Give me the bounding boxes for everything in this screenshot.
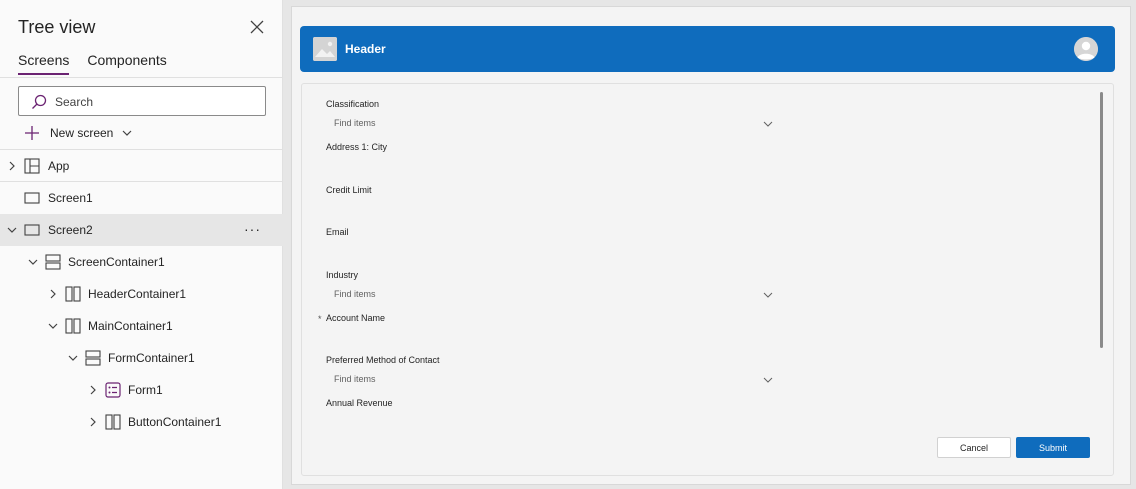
cancel-button[interactable]: Cancel	[937, 437, 1011, 458]
submit-button[interactable]: Submit	[1016, 437, 1090, 458]
chevron-right-icon[interactable]	[87, 384, 99, 396]
vertical-container-icon	[85, 350, 101, 366]
industry-combobox[interactable]: Find items	[326, 286, 778, 304]
form: Classification Find items Address 1: Cit…	[301, 83, 1114, 476]
chevron-down-icon	[763, 292, 773, 298]
app-canvas: Header Classification Find items Address…	[291, 6, 1131, 485]
app-header: Header	[300, 26, 1115, 72]
tree-node-form1[interactable]: Form1	[0, 374, 283, 406]
new-screen-button[interactable]: New screen	[24, 123, 133, 143]
combobox-placeholder: Find items	[334, 118, 376, 128]
tree-node-label: FormContainer1	[108, 351, 195, 365]
required-marker: *	[318, 314, 322, 324]
search-icon	[32, 94, 47, 109]
user-avatar-icon[interactable]	[1074, 37, 1098, 61]
preferred-contact-combobox[interactable]: Find items	[326, 371, 778, 389]
chevron-down-icon	[122, 130, 132, 136]
combobox-placeholder: Find items	[334, 289, 376, 299]
tree-node-label: MainContainer1	[88, 319, 173, 333]
tree-node-screen2[interactable]: Screen2 ···	[0, 214, 283, 246]
chevron-down-icon[interactable]	[67, 352, 79, 364]
tree-node-maincontainer1[interactable]: MainContainer1	[0, 310, 283, 342]
image-placeholder-icon	[313, 37, 337, 61]
field-label-credit-limit: Credit Limit	[326, 185, 372, 195]
tab-components[interactable]: Components	[87, 52, 166, 75]
field-label-classification: Classification	[326, 99, 380, 109]
tree-node-label: Screen1	[48, 191, 93, 205]
form-icon	[105, 382, 121, 398]
app-icon	[24, 158, 40, 174]
tree-node-label: HeaderContainer1	[88, 287, 187, 301]
tree-view-panel: Tree view Screens Components New screen …	[0, 0, 283, 489]
new-screen-label: New screen	[50, 126, 114, 140]
vertical-container-icon	[45, 254, 61, 270]
chevron-right-icon[interactable]	[87, 416, 99, 428]
horizontal-container-icon	[65, 318, 81, 334]
form-scrollbar[interactable]	[1100, 92, 1103, 348]
screen-icon	[24, 224, 40, 236]
tab-screens[interactable]: Screens	[18, 52, 70, 75]
screen-icon	[24, 192, 40, 204]
field-label-preferred-contact: Preferred Method of Contact	[326, 355, 440, 365]
more-options-icon[interactable]: ···	[244, 221, 261, 237]
tree-node-app[interactable]: App	[0, 150, 283, 182]
tabs-divider	[0, 77, 283, 78]
chevron-right-icon[interactable]	[47, 288, 59, 300]
close-icon[interactable]	[248, 18, 266, 36]
chevron-down-icon[interactable]	[6, 224, 18, 236]
search-input[interactable]	[55, 92, 255, 112]
field-label-industry: Industry	[326, 270, 359, 280]
field-label-email: Email	[326, 227, 349, 237]
combobox-placeholder: Find items	[334, 374, 376, 384]
chevron-right-icon[interactable]	[6, 160, 18, 172]
tree-node-label: ButtonContainer1	[128, 415, 222, 429]
tree-node-screencontainer1[interactable]: ScreenContainer1	[0, 246, 283, 278]
plus-icon	[25, 126, 39, 140]
chevron-down-icon[interactable]	[27, 256, 39, 268]
chevron-down-icon	[763, 121, 773, 127]
chevron-down-icon[interactable]	[47, 320, 59, 332]
tree-node-formcontainer1[interactable]: FormContainer1	[0, 342, 283, 374]
field-label-account-name: Account Name	[326, 313, 386, 323]
horizontal-container-icon	[105, 414, 121, 430]
tree-node-label: Form1	[128, 383, 163, 397]
field-label-annual-revenue: Annual Revenue	[326, 398, 393, 408]
field-label-address-city: Address 1: City	[326, 142, 388, 152]
search-box[interactable]	[18, 86, 266, 116]
tree-node-label: ScreenContainer1	[68, 255, 165, 269]
tree-node-headercontainer1[interactable]: HeaderContainer1	[0, 278, 283, 310]
tree-view-title: Tree view	[18, 17, 96, 37]
tree-node-screen1[interactable]: Screen1	[0, 182, 283, 214]
classification-combobox[interactable]: Find items	[326, 115, 778, 133]
tree-node-label: App	[48, 159, 70, 173]
chevron-down-icon	[763, 377, 773, 383]
tree-view-tabs: Screens Components	[18, 52, 167, 75]
tree-node-buttoncontainer1[interactable]: ButtonContainer1	[0, 406, 283, 438]
horizontal-container-icon	[65, 286, 81, 302]
header-title: Header	[345, 42, 386, 56]
tree-node-label: Screen2	[48, 223, 93, 237]
